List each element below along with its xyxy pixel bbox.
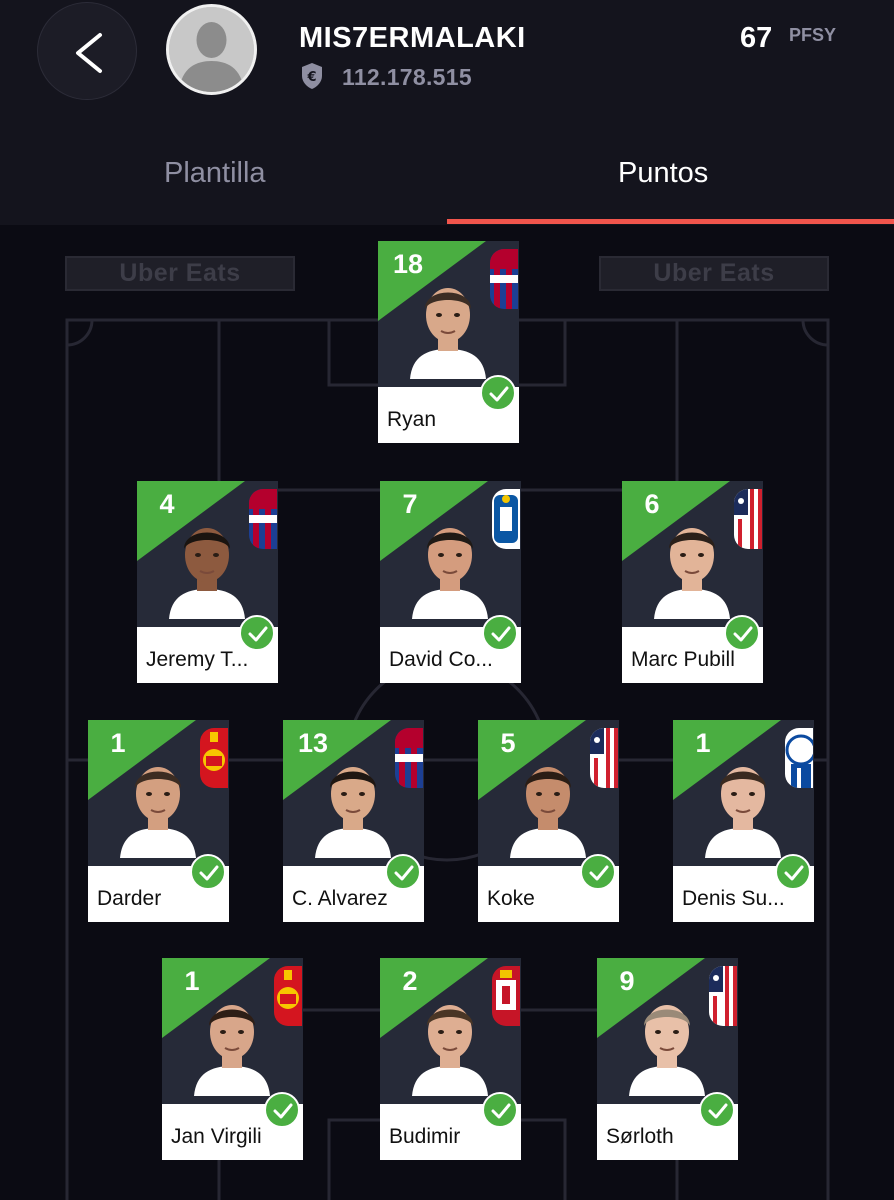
player-card[interactable]: 9 Sørloth — [597, 958, 738, 1160]
team-crest-icon — [395, 728, 423, 788]
team-crest-icon — [490, 249, 518, 309]
team-crest-icon — [590, 728, 618, 788]
player-photo — [410, 511, 490, 619]
player-card[interactable]: 1 Jan Virgili — [162, 958, 303, 1160]
player-name: Budimir — [389, 1125, 461, 1148]
player-card[interactable]: 18 Ryan — [378, 241, 519, 443]
check-icon — [480, 375, 516, 411]
team-crest-icon — [785, 728, 813, 788]
sponsor-banner-right: Uber Eats — [599, 256, 829, 291]
active-tab-indicator — [447, 219, 894, 224]
player-photo — [408, 271, 488, 379]
player-card[interactable]: 2 Budimir — [380, 958, 521, 1160]
check-icon — [264, 1092, 300, 1128]
check-icon — [580, 854, 616, 890]
player-card[interactable]: 4 Jeremy T... — [137, 481, 278, 683]
total-points-value: 67 — [740, 22, 773, 54]
check-icon — [699, 1092, 735, 1128]
team-crest-icon — [274, 966, 302, 1026]
team-crest-icon — [200, 728, 228, 788]
player-name: Denis Su... — [682, 887, 785, 910]
player-photo — [313, 750, 393, 858]
player-name: Marc Pubill — [631, 648, 735, 671]
player-card[interactable]: 7 David Co... — [380, 481, 521, 683]
check-icon — [482, 1092, 518, 1128]
player-photo — [627, 988, 707, 1096]
team-crest-icon — [249, 489, 277, 549]
team-crest-icon — [709, 966, 737, 1026]
total-points-unit: PFSY — [789, 25, 837, 45]
player-photo — [652, 511, 732, 619]
back-button[interactable] — [37, 2, 137, 100]
check-icon — [724, 615, 760, 651]
sponsor-banner-left: Uber Eats — [65, 256, 295, 291]
user-silhouette-icon — [169, 7, 254, 92]
check-icon — [482, 615, 518, 651]
player-photo — [118, 750, 198, 858]
player-photo — [192, 988, 272, 1096]
player-card[interactable]: 6 Marc Pubill — [622, 481, 763, 683]
player-card[interactable]: 1 Denis Su... — [673, 720, 814, 922]
svg-text:€: € — [306, 70, 316, 85]
tab-plantilla[interactable]: Plantilla — [164, 157, 266, 190]
team-crest-icon — [492, 489, 520, 549]
username: MIS7ERMALAKI — [299, 22, 526, 54]
team-value: 112.178.515 — [342, 64, 472, 90]
player-card[interactable]: 13 C. Alvarez — [283, 720, 424, 922]
player-photo — [167, 511, 247, 619]
profile-header: MIS7ERMALAKI € 112.178.515 67 PFSY Plant… — [0, 0, 894, 225]
team-crest-icon — [492, 966, 520, 1026]
player-photo — [410, 988, 490, 1096]
team-crest-icon — [734, 489, 762, 549]
tab-puntos[interactable]: Puntos — [618, 157, 708, 190]
euro-shield-icon: € — [302, 63, 322, 89]
player-name: Ryan — [387, 408, 437, 431]
check-icon — [190, 854, 226, 890]
player-name: Jeremy T... — [146, 648, 249, 671]
player-card[interactable]: 5 Koke — [478, 720, 619, 922]
avatar[interactable] — [166, 4, 257, 95]
player-name: Sørloth — [606, 1125, 674, 1148]
player-name: David Co... — [389, 648, 493, 671]
check-icon — [775, 854, 811, 890]
player-name: C. Alvarez — [292, 887, 388, 910]
check-icon — [385, 854, 421, 890]
check-icon — [239, 615, 275, 651]
player-card[interactable]: 1 Darder — [88, 720, 229, 922]
player-name: Darder — [97, 887, 162, 910]
player-name: Koke — [487, 887, 535, 910]
player-name: Jan Virgili — [171, 1125, 262, 1148]
player-photo — [508, 750, 588, 858]
player-photo — [703, 750, 783, 858]
chevron-left-icon — [76, 33, 102, 73]
